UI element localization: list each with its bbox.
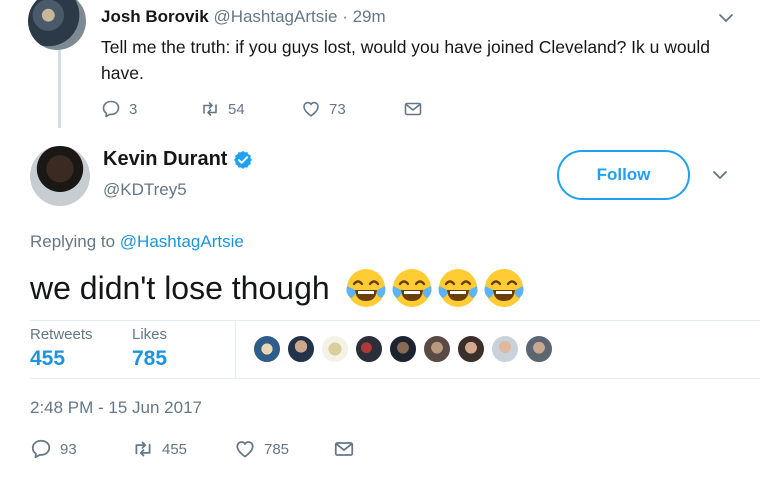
liker-avatar[interactable] <box>490 334 520 364</box>
message-icon <box>334 442 354 456</box>
retweet-count: 54 <box>228 100 245 118</box>
liker-avatar[interactable] <box>320 334 350 364</box>
tears-of-joy-emoji <box>484 269 524 307</box>
tears-of-joy-emoji <box>392 269 432 307</box>
tweet-timestamp[interactable]: 2:48 PM - 15 Jun 2017 <box>30 398 202 418</box>
retweet-count: 455 <box>162 440 188 458</box>
avatar[interactable] <box>30 146 90 206</box>
tweet-text: we didn't lose though <box>30 269 330 306</box>
replying-to-line: Replying to @HashtagArtsie <box>30 232 244 252</box>
likes-value: 785 <box>132 347 168 370</box>
liker-avatar[interactable] <box>388 334 418 364</box>
author-handle[interactable]: @KDTrey5 <box>103 180 187 200</box>
avatar[interactable] <box>28 0 86 50</box>
tweet-header: Josh Borovik @HashtagArtsie · 29m <box>101 7 386 27</box>
like-icon <box>303 101 319 117</box>
retweets-stat[interactable]: Retweets 455 <box>30 326 93 371</box>
author-handle[interactable]: @HashtagArtsie <box>213 7 337 26</box>
liker-avatar[interactable] <box>354 334 384 364</box>
direct-message-button[interactable] <box>403 98 423 120</box>
verified-badge-icon <box>234 150 253 169</box>
retweet-icon <box>203 102 217 116</box>
liker-avatar[interactable] <box>422 334 452 364</box>
like-icon <box>236 441 254 458</box>
reply-icon <box>31 439 51 459</box>
tweet-stats: Retweets 455 Likes 785 <box>30 320 760 378</box>
divider <box>30 378 760 379</box>
like-button[interactable]: 785 <box>234 438 289 460</box>
retweets-value: 455 <box>30 347 66 370</box>
reply-count: 93 <box>60 440 77 458</box>
author-name[interactable]: Kevin Durant <box>103 148 227 171</box>
likes-label: Likes <box>132 326 168 343</box>
replying-prefix: Replying to <box>30 232 120 251</box>
follow-button[interactable]: Follow <box>557 150 690 200</box>
liker-avatar[interactable] <box>286 334 316 364</box>
reply-count: 3 <box>129 100 138 118</box>
retweet-button[interactable]: 455 <box>132 438 187 460</box>
liker-avatar[interactable] <box>524 334 554 364</box>
tweet-text: Tell me the truth: if you guys lost, wou… <box>101 37 710 83</box>
time-separator: · <box>337 7 353 26</box>
message-icon <box>404 102 422 116</box>
retweet-button[interactable]: 54 <box>200 98 245 120</box>
retweets-label: Retweets <box>30 326 93 343</box>
liker-avatar[interactable] <box>252 334 282 364</box>
like-count: 73 <box>329 100 346 118</box>
stats-separator <box>235 320 236 378</box>
tears-of-joy-emoji <box>438 269 478 307</box>
reply-button[interactable]: 93 <box>30 438 77 460</box>
like-count: 785 <box>264 440 290 458</box>
direct-message-button[interactable] <box>333 438 355 460</box>
emoji-group <box>344 266 526 310</box>
tweet-time[interactable]: 29m <box>353 7 386 26</box>
liker-avatars <box>252 334 554 364</box>
replying-to-mention[interactable]: @HashtagArtsie <box>120 232 244 251</box>
liker-avatar[interactable] <box>456 334 486 364</box>
author-name-row: Kevin Durant <box>103 148 253 171</box>
chevron-down-icon[interactable] <box>712 167 728 183</box>
tweet-body: we didn't lose though <box>30 266 526 310</box>
tears-of-joy-emoji <box>346 269 386 307</box>
reply-icon <box>102 100 120 118</box>
parent-tweet[interactable]: Josh Borovik @HashtagArtsie · 29m Tell m… <box>0 0 768 135</box>
reply-button[interactable]: 3 <box>101 98 137 120</box>
chevron-down-icon[interactable] <box>718 10 734 26</box>
likes-stat[interactable]: Likes 785 <box>132 326 167 371</box>
like-button[interactable]: 73 <box>301 98 346 120</box>
retweet-icon <box>135 441 151 457</box>
author-name[interactable]: Josh Borovik <box>101 7 209 26</box>
